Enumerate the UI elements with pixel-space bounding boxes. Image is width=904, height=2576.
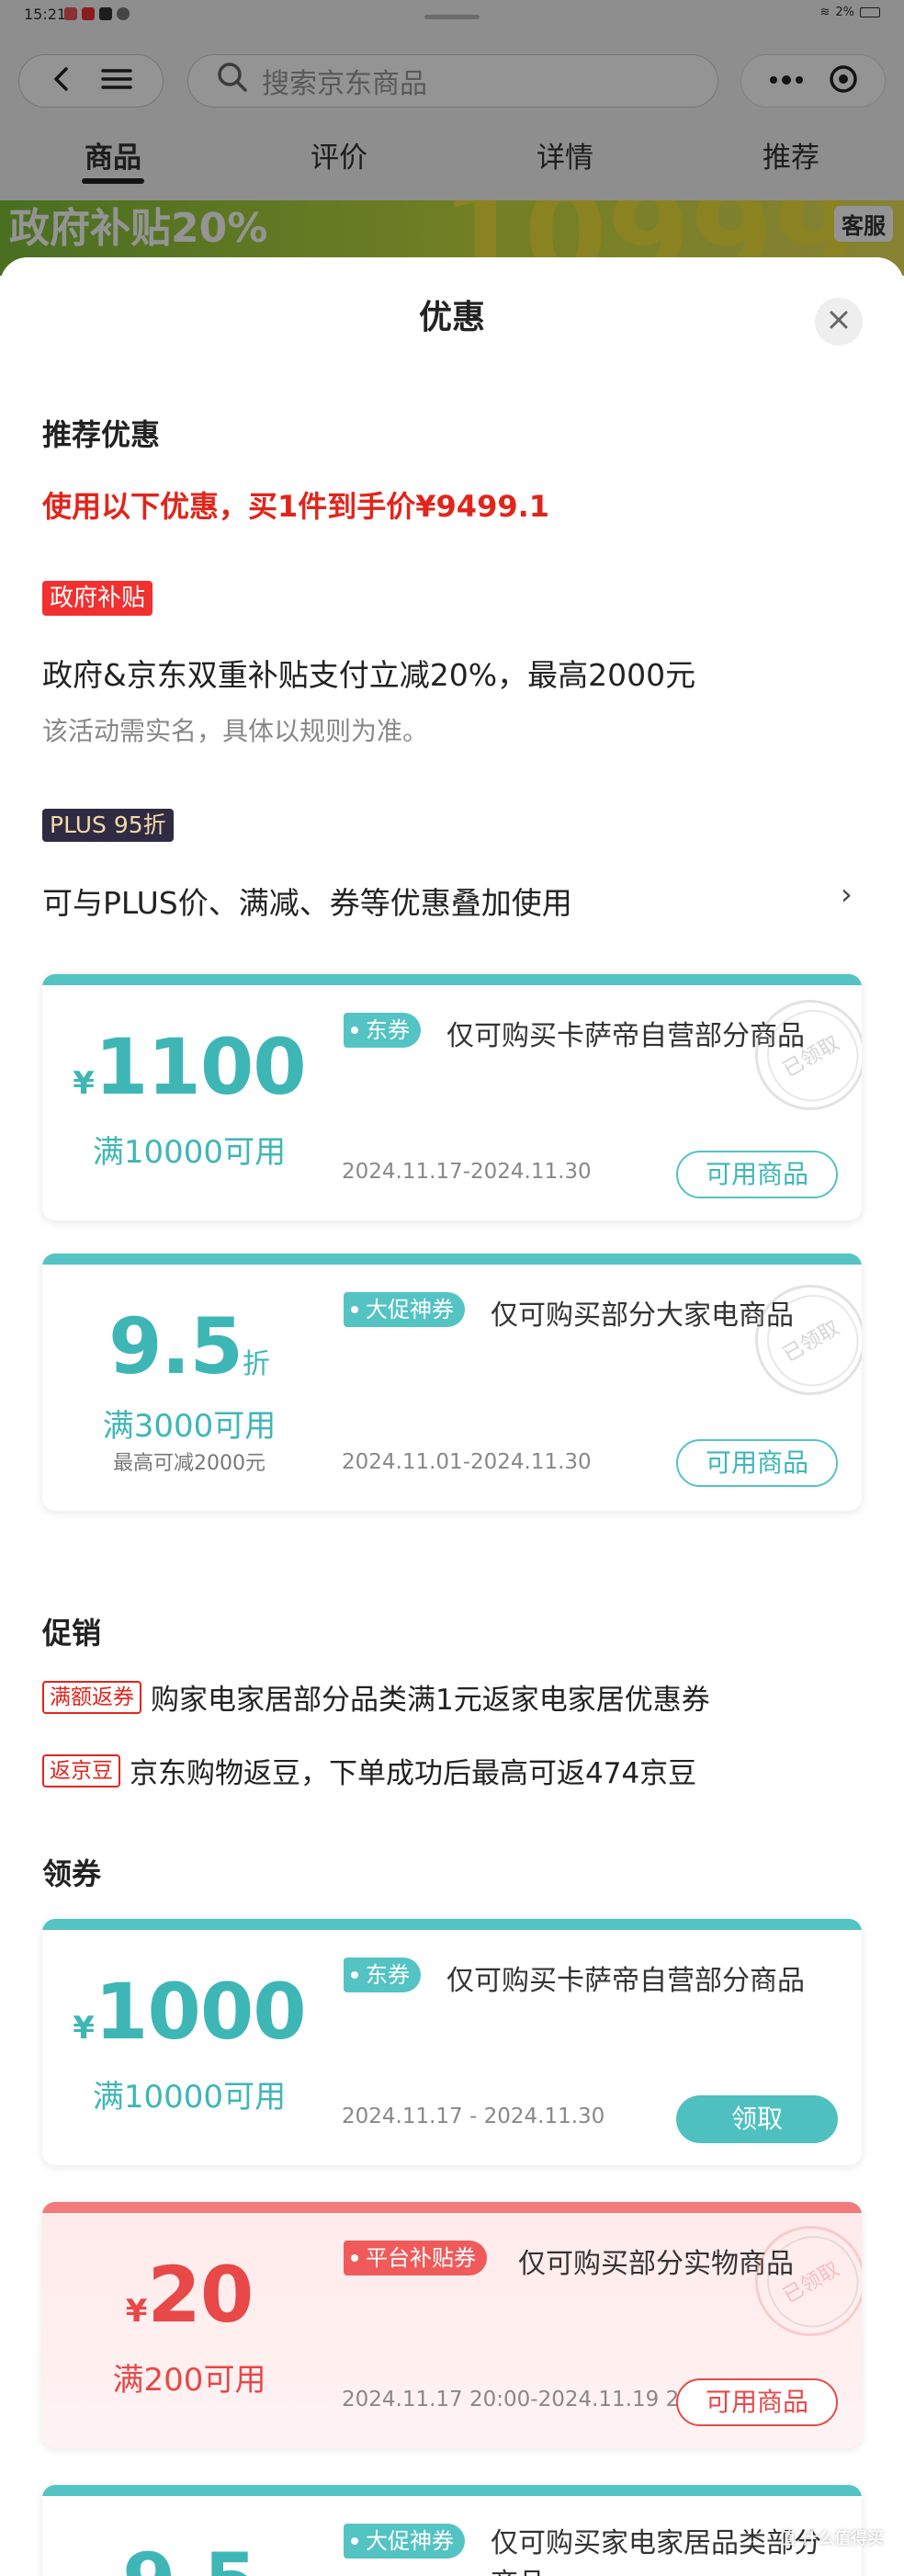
coupon-type-tag: 平台补贴券 [344,2241,487,2275]
gov-subsidy-tag: 政府补贴 [42,581,153,616]
coupon-card: 9.5折 满3000可用 最高可减2000元 大促神券 仅可购买部分大家电商品 … [42,1254,862,1511]
gov-subsidy-text: 政府&京东双重补贴支付立减20%，最高2000元 [42,657,696,693]
plus-tag: PLUS 95折 [42,809,174,842]
chevron-right-icon[interactable]: › [841,877,853,912]
card-topbar [42,1919,862,1930]
discount-sheet: 优惠 推荐优惠 使用以下优惠，买1件到手价¥9499.1 政府补贴 政府&京东双… [0,257,904,2576]
gov-subsidy-note: 该活动需实名，具体以规则为准。 [42,716,429,746]
card-topbar [42,2202,862,2213]
coupon-card: ¥20 满200可用 平台补贴券 仅可购买部分实物商品 2024.11.17 2… [42,2202,862,2448]
coupon-description: 仅可购买卡萨帝自营部分商品 [446,1965,805,1997]
watermark: 值 什么值得买 [779,2529,885,2548]
amount-value: 1000 [94,1967,307,2057]
card-topbar [42,2485,862,2496]
coupon-description: 仅可购买部分大家电商品 [491,1299,794,1332]
promotion-item[interactable]: 返京豆 京东购物返豆，下单成功后最高可返474京豆 [42,1750,696,1791]
coupon-amount: 9.5折 [42,1301,336,1391]
section-recommended-title: 推荐优惠 [42,417,161,452]
promotion-tag: 满额返券 [42,1680,141,1714]
usable-products-button[interactable]: 可用商品 [676,2378,838,2426]
amount-value: 9.5 [122,2536,257,2576]
claimed-stamp: 已领取 [735,980,862,1130]
coupon-date: 2024.11.17 - 2024.11.30 [342,2105,605,2128]
promotion-item[interactable]: 满额返券 购家电家居部分品类满1元返家电家居优惠券 [42,1676,710,1718]
claimed-stamp: 已领取 [735,2206,862,2356]
coupon-type-tag: 大促神券 [344,2524,465,2559]
card-topbar [42,974,862,985]
coupon-condition: 满10000可用 [92,1134,287,1171]
coupon-type-tag: 大促神券 [344,1292,465,1327]
coupon-card: 9.5 大促神券 仅可购买家电家居品类部分商品 [42,2485,862,2576]
claimed-stamp: 已领取 [735,1265,862,1415]
section-claim-title: 领券 [42,1856,102,1891]
coupon-description: 仅可购买卡萨帝自营部分商品 [446,1020,805,1052]
currency-symbol: ¥ [73,2010,95,2047]
promotion-tag: 返京豆 [42,1753,120,1787]
coupon-amount: 9.5 [42,2536,336,2576]
plus-text[interactable]: 可与PLUS价、满减、券等优惠叠加使用 [42,879,572,923]
usable-products-button[interactable]: 可用商品 [676,1439,838,1487]
usable-products-button[interactable]: 可用商品 [676,1151,838,1198]
coupon-max-discount: 最高可减2000元 [113,1452,266,1475]
amount-value: 20 [147,2250,254,2340]
final-price-summary: 使用以下优惠，买1件到手价¥9499.1 [42,489,550,524]
promotion-text: 京东购物返豆，下单成功后最高可返474京豆 [130,1757,697,1790]
coupon-card: ¥1100 满10000可用 东券 仅可购买卡萨帝自营部分商品 2024.11.… [42,974,862,1220]
sheet-title: 优惠 [418,299,485,336]
amount-value: 1100 [94,1022,307,1112]
coupon-amount: ¥1100 [42,1022,336,1112]
card-topbar [42,1254,862,1265]
coupon-condition: 满200可用 [112,2362,266,2399]
coupon-date: 2024.11.17 20:00-2024.11.19 23:59 [342,2388,727,2411]
coupon-amount: ¥1000 [42,1967,336,2057]
currency-symbol: ¥ [125,2293,148,2330]
coupon-condition: 满3000可用 [102,1408,277,1445]
currency-symbol: ¥ [73,1065,95,1102]
claim-button[interactable]: 领取 [676,2095,838,2143]
coupon-type-tag: 东券 [344,1958,421,1992]
section-promotion-title: 促销 [42,1616,102,1651]
coupon-date: 2024.11.01-2024.11.30 [342,1450,592,1474]
promotion-text: 购家电家居部分品类满1元返家电家居优惠券 [151,1684,710,1717]
coupon-date: 2024.11.17-2024.11.30 [342,1160,592,1184]
amount-value: 9.5 [108,1301,243,1391]
close-icon [829,310,849,334]
coupon-description: 仅可购买部分实物商品 [518,2248,794,2280]
coupon-amount: ¥20 [42,2250,336,2340]
close-button[interactable] [815,298,863,346]
discount-suffix: 折 [242,1348,270,1380]
coupon-type-tag: 东券 [344,1013,421,1048]
coupon-card: ¥1000 满10000可用 东券 仅可购买卡萨帝自营部分商品 2024.11.… [42,1919,862,2165]
modal-overlay[interactable] [0,0,904,276]
coupon-condition: 满10000可用 [92,2079,287,2116]
